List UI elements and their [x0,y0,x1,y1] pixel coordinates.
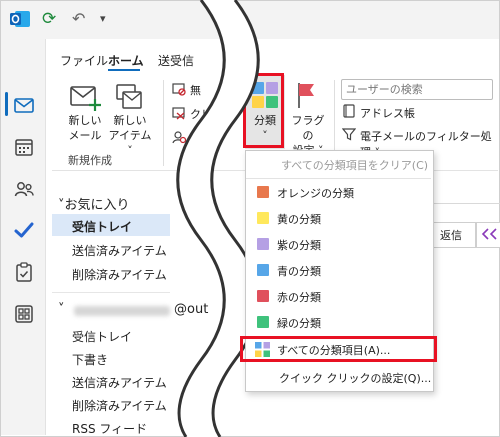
favorites-header[interactable]: ˅お気に入り [58,194,130,213]
menu-item-label: クイック クリックの設定(Q)... [279,372,432,385]
favorites-header-label: お気に入り [64,198,130,213]
account-header[interactable]: ˅ [58,302,65,317]
chevron-down-icon: ˅ [58,302,65,317]
folder-favorite-sent[interactable]: 送信済みアイテム [72,242,167,259]
categorize-highlight-box [243,73,284,148]
todo-icon[interactable] [13,219,35,241]
calendar-icon[interactable] [13,136,35,158]
red-swatch-icon [257,290,269,302]
new-mail-label-1: 新しい [68,114,102,127]
folder-deleted[interactable]: 削除済みアイテム [72,397,167,414]
people-icon[interactable] [13,178,35,200]
folder-sent[interactable]: 送信済みアイテム [72,374,167,391]
folder-favorite-deleted[interactable]: 削除済みアイテム [72,266,167,283]
menu-item-yellow-category[interactable]: 黄の分類 [245,206,432,230]
menu-item-orange-category[interactable]: オレンジの分類 [245,180,432,204]
reply-all-icon [481,228,497,240]
reply-label: 返信 [440,229,462,242]
menu-clear-all-categories[interactable]: すべての分類項目をクリア(C) [281,157,428,173]
new-mail-label-2: メール [68,129,102,142]
new-item-label-1: 新しい [113,114,147,127]
menu-item-label: 青の分類 [277,265,321,278]
active-tab-underline [108,69,140,71]
folder-inbox[interactable]: 受信トレイ [72,328,132,345]
menu-separator [246,178,431,179]
flag-icon [298,83,314,108]
undo-icon[interactable]: ↶ [72,9,85,29]
new-mail-icon [70,86,101,111]
apps-icon[interactable] [13,303,35,325]
mail-icon[interactable] [13,94,35,116]
tab-send-receive[interactable]: 送受信 [158,52,194,69]
yellow-swatch-icon [257,212,269,224]
folder-divider [52,292,170,293]
ignore-icon [172,83,186,96]
folder-drafts[interactable]: 下書き [72,351,108,368]
menu-item-purple-category[interactable]: 紫の分類 [245,232,432,256]
sync-icon[interactable]: ⟳ [42,9,56,29]
tab-file[interactable]: ファイル [60,52,108,69]
cleanup-button[interactable]: クリ [190,106,212,122]
menu-item-label: オレンジの分類 [277,187,354,200]
cleanup-icon [172,107,185,120]
new-item-caret-icon: ˅ [127,144,133,157]
green-swatch-icon [257,316,269,328]
all-categories-highlight-box [240,336,437,362]
menu-item-blue-category[interactable]: 青の分類 [245,258,432,282]
menu-item-quick-click[interactable]: クイック クリックの設定(Q)... [245,365,432,389]
orange-swatch-icon [257,186,269,198]
new-item-icon [116,84,142,109]
ignore-button[interactable]: 無 [190,82,201,98]
blue-swatch-icon [257,264,269,276]
follow-up-label-1: フラグの [291,114,325,142]
address-book-button[interactable]: アドレス帳 [360,105,415,121]
junk-icon [172,131,186,144]
menu-item-red-category[interactable]: 赤の分類 [245,284,432,308]
new-item-label-2: アイテム [108,129,152,142]
menu-item-label: 緑の分類 [277,317,321,330]
folder-rss[interactable]: RSS フィード [72,420,147,437]
purple-swatch-icon [257,238,269,250]
new-item-button[interactable]: 新しい アイテム ˅ [106,113,154,158]
rail-selection-indicator [5,92,8,116]
app-rail [1,39,46,435]
new-mail-button[interactable]: 新しい メール [64,113,106,143]
menu-item-label: 紫の分類 [277,239,321,252]
menu-item-label: 赤の分類 [277,291,321,304]
junk-button[interactable]: 迷 [190,130,201,146]
account-domain: @out [174,302,209,317]
list-header-divider [430,203,500,204]
search-people-placeholder: ユーザーの検索 [346,83,423,96]
blurred-account-name [74,306,170,316]
menu-item-green-category[interactable]: 緑の分類 [245,310,432,334]
outlook-logo-icon [10,11,30,27]
address-book-icon [343,104,355,118]
menu-item-label: 黄の分類 [277,213,321,226]
folder-favorite-inbox[interactable]: 受信トレイ [72,218,132,235]
group-label-new: 新規作成 [68,154,112,167]
tab-home[interactable]: ホーム [108,52,144,69]
filter-icon [342,128,356,141]
ribbon-separator [163,80,164,166]
customize-toolbar-icon[interactable]: ▾ [100,11,106,27]
tasks-icon[interactable] [13,261,35,283]
